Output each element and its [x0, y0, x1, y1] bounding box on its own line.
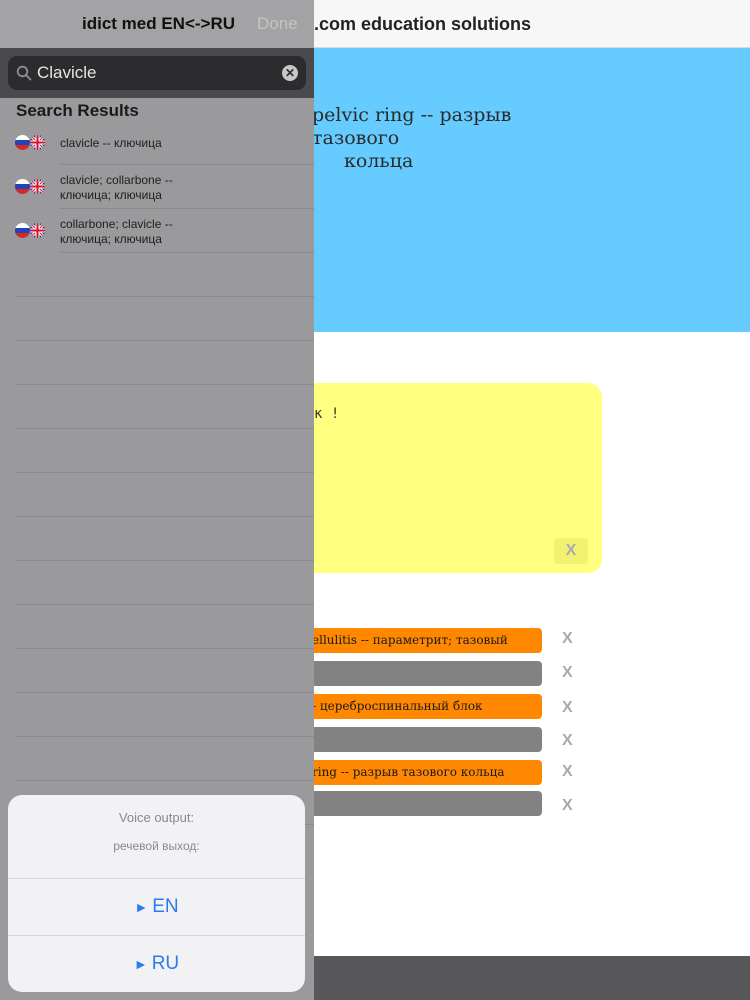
empty-list-row [0, 297, 314, 341]
empty-list-row [0, 253, 314, 297]
background-row-text: - цереброспинальный блок [312, 699, 483, 713]
uk-flag-icon [30, 223, 45, 238]
search-results-heading: Search Results [16, 101, 139, 120]
search-result-item[interactable]: clavicle; collarbone -- ключица; ключица [0, 165, 314, 209]
search-result-line-1: clavicle -- ключица [60, 136, 162, 150]
search-result-line-2: ключица; ключица [60, 232, 162, 246]
background-row-text: ring -- разрыв тазового кольца [312, 765, 505, 779]
play-arrow-icon: ► [133, 956, 148, 972]
search-result-line-2: ключица; ключица [60, 188, 162, 202]
background-row-remove-button[interactable]: X [562, 732, 573, 750]
empty-list-row [0, 517, 314, 561]
search-results-list: clavicle -- ключица clavicle; collarbone… [0, 121, 314, 825]
done-button[interactable]: Done [257, 14, 298, 34]
russia-flag-icon [15, 179, 30, 194]
background-row-remove-button[interactable]: X [562, 630, 573, 648]
empty-list-row [0, 561, 314, 605]
background-hero-line-2: кольца [344, 150, 414, 172]
language-flags [15, 179, 47, 194]
search-result-text: clavicle; collarbone -- ключица; ключица [60, 173, 300, 203]
empty-list-row [0, 385, 314, 429]
search-result-item[interactable]: clavicle -- ключица [0, 121, 314, 165]
clear-search-icon[interactable]: ✕ [282, 65, 298, 81]
voice-ru-label: RU [151, 953, 180, 974]
voice-en-button[interactable]: ► EN [8, 878, 305, 934]
background-row-text: ellulitis -- параметрит; тазовый [312, 633, 508, 647]
search-bar: ✕ [0, 48, 314, 98]
search-icon [16, 65, 32, 81]
uk-flag-icon [30, 135, 45, 150]
search-field[interactable]: ✕ [8, 56, 306, 90]
uk-flag-icon [30, 179, 45, 194]
play-arrow-icon: ► [134, 899, 149, 915]
background-row-remove-button[interactable]: X [562, 797, 573, 815]
language-flags [15, 135, 47, 150]
search-result-text: collarbone; clavicle -- ключица; ключица [60, 217, 300, 247]
russia-flag-icon [15, 135, 30, 150]
voice-ru-button[interactable]: ► RU [8, 935, 305, 991]
empty-list-row [0, 605, 314, 649]
empty-list-row [0, 429, 314, 473]
panel-title: idict med EN<->RU [82, 14, 236, 33]
dictionary-side-panel: idict med EN<->RU Done ✕ Search Results [0, 0, 314, 1000]
background-row-remove-button[interactable]: X [562, 699, 573, 717]
background-page-title: .com education solutions [314, 14, 532, 34]
search-result-line-1: collarbone; clavicle -- [60, 217, 173, 231]
search-result-text: clavicle -- ключица [60, 136, 300, 151]
empty-list-row [0, 693, 314, 737]
background-row-remove-button[interactable]: X [562, 763, 573, 781]
background-card-text: к ! [314, 406, 340, 422]
background-hero-line-1: pelvic ring -- разрыв тазового [312, 104, 512, 149]
voice-output-subtitle: речевой выход: [113, 839, 200, 853]
voice-output-sheet: Voice output: речевой выход: ► EN ► RU [8, 795, 305, 992]
search-input[interactable] [37, 60, 277, 86]
russia-flag-icon [15, 223, 30, 238]
search-result-item[interactable]: collarbone; clavicle -- ключица; ключица [0, 209, 314, 253]
background-row-remove-button[interactable]: X [562, 664, 573, 682]
empty-list-row [0, 341, 314, 385]
empty-list-row [0, 473, 314, 517]
background-hero-text: pelvic ring -- разрыв тазового кольца [312, 104, 602, 173]
voice-en-label: EN [152, 896, 179, 917]
search-result-line-1: clavicle; collarbone -- [60, 173, 173, 187]
empty-list-row [0, 737, 314, 781]
panel-header: idict med EN<->RU Done [0, 0, 314, 48]
language-flags [15, 223, 47, 238]
voice-output-title: Voice output: [118, 810, 195, 825]
background-card-close-button[interactable]: X [554, 538, 588, 564]
empty-list-row [0, 649, 314, 693]
